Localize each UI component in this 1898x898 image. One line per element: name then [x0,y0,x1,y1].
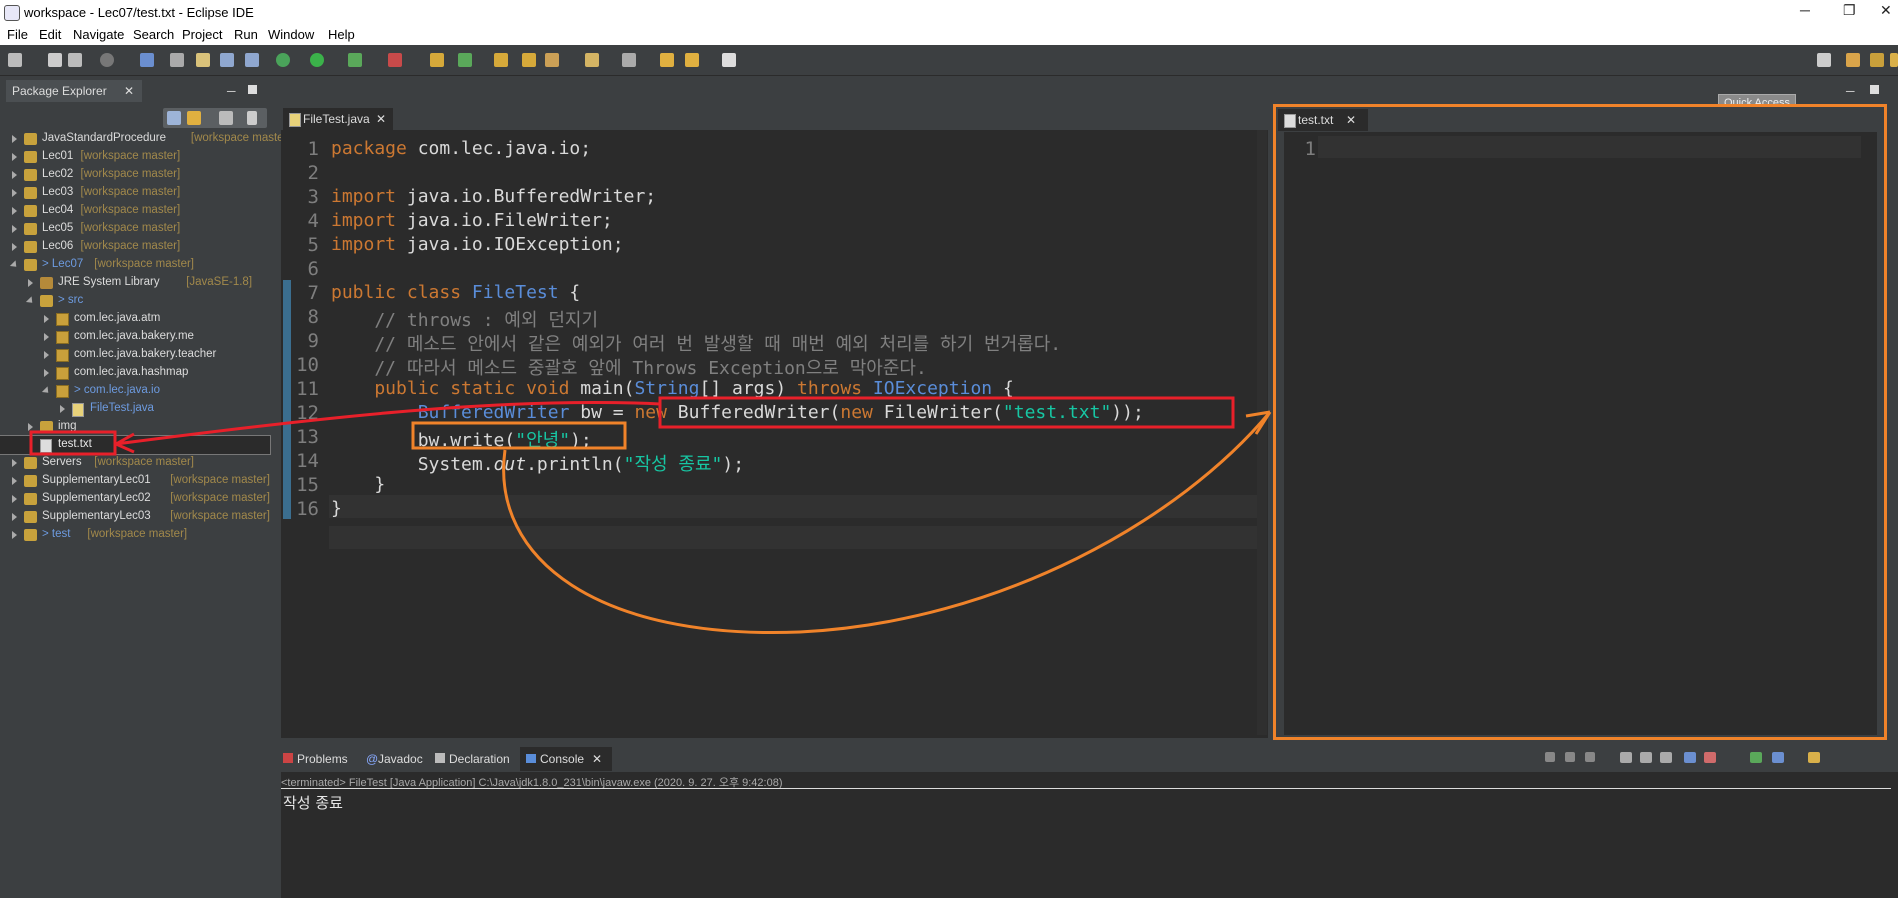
annotation-orange-arrowhead [1245,410,1272,435]
annotation-red-box-new-writer [658,396,1235,429]
annotation-overlay [29,396,1272,635]
annotation-red-box-test-txt [29,430,117,456]
annotation-orange-arrow [502,411,1272,635]
annotation-orange-box-write [411,421,627,450]
